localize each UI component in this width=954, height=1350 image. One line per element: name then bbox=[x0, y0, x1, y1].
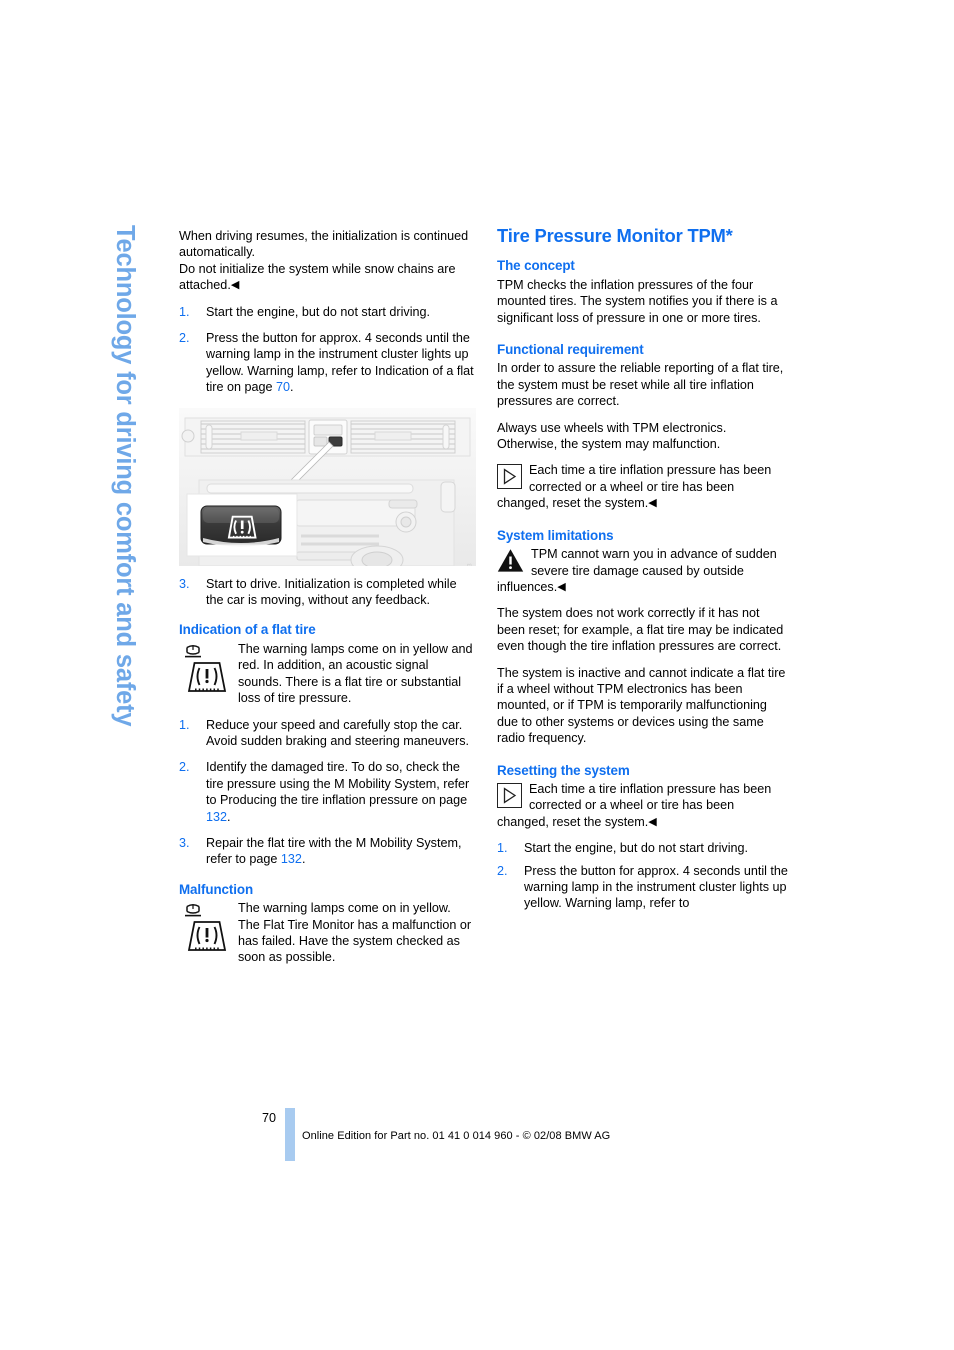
end-marker-icon: ◀ bbox=[648, 815, 657, 828]
step-text: Press the button for approx. 4 seconds u… bbox=[524, 863, 788, 911]
step-text-tail: . bbox=[301, 852, 306, 867]
step-number: 3. bbox=[179, 835, 190, 850]
note-malfunction-text: The warning lamps come on in yellow. The… bbox=[238, 901, 472, 965]
note-functional-reset-text: Each time a tire inflation pressure has … bbox=[497, 463, 772, 511]
page-title: Tire Pressure Monitor TPM* bbox=[497, 225, 733, 246]
step-number: 2. bbox=[179, 331, 190, 346]
step-text: Reduce your speed and carefully stop the… bbox=[206, 717, 470, 748]
end-marker-icon: ◀ bbox=[557, 580, 566, 593]
heading-functional-requirement: Functional requirement bbox=[497, 342, 644, 358]
concept-text: TPM checks the inflation pressures of th… bbox=[497, 277, 778, 325]
list-item: 2. Press the button for approx. 4 second… bbox=[497, 863, 789, 912]
page-reference-link[interactable]: 70 bbox=[276, 380, 290, 394]
note-resetting-system: Each time a tire inflation pressure has … bbox=[497, 781, 789, 830]
step-text: Press the button for approx. 4 seconds u… bbox=[206, 331, 474, 395]
limitations-text-1: The system does not work correctly if it… bbox=[497, 606, 784, 654]
step-number: 2. bbox=[497, 863, 508, 878]
list-item: 1. Start the engine, but do not start dr… bbox=[497, 840, 789, 856]
heading-indication-of-flat-tire: Indication of a flat tire bbox=[179, 622, 316, 638]
note-malfunction: The warning lamps come on in yellow. The… bbox=[179, 900, 475, 966]
heading-resetting-the-system: Resetting the system bbox=[497, 762, 630, 778]
page-reference-link[interactable]: 132 bbox=[281, 852, 302, 866]
note-system-limitations-warning: TPM cannot warn you in advance of sudden… bbox=[497, 546, 789, 595]
list-item: 2. Press the button for approx. 4 second… bbox=[179, 330, 475, 396]
heading-system-limitations: System limitations bbox=[497, 527, 614, 543]
step-text-tail: . bbox=[290, 380, 294, 395]
manual-page: Technology for driving comfort and safet… bbox=[0, 0, 954, 1350]
step-number: 2. bbox=[179, 760, 190, 775]
indication-steps-list: 1. Reduce your speed and carefully stop … bbox=[179, 717, 475, 868]
list-item: 3. Repair the flat tire with the M Mobil… bbox=[179, 835, 475, 868]
step-text: Start the engine, but do not start drivi… bbox=[206, 304, 431, 319]
end-marker-icon: ◀ bbox=[648, 497, 657, 510]
note-resetting-system-text: Each time a tire inflation pressure has … bbox=[497, 781, 772, 829]
end-marker-icon: ◀ bbox=[230, 279, 240, 292]
page-reference-link[interactable]: 132 bbox=[206, 810, 227, 824]
intro-paragraph-2-text: Do not initialize the system while snow … bbox=[179, 261, 456, 293]
step-number: 1. bbox=[179, 717, 190, 732]
page-marker-bar bbox=[285, 1108, 295, 1161]
note-functional-reset: Each time a tire inflation pressure has … bbox=[497, 462, 789, 511]
right-column: Tire Pressure Monitor TPM* The concept T… bbox=[497, 225, 789, 922]
list-item: 2. Identify the damaged tire. To do so, … bbox=[179, 759, 475, 825]
note-indication-text: The warning lamps come on in yellow and … bbox=[238, 641, 473, 706]
step-text: Identify the damaged tire. To do so, che… bbox=[206, 760, 470, 808]
steps-after-figure-list: 3. Start to drive. Initialization is com… bbox=[179, 576, 475, 609]
warning-triangle-icon bbox=[497, 548, 524, 573]
step-text: Start to drive. Initialization is comple… bbox=[206, 576, 457, 608]
chapter-side-tab: Technology for driving comfort and safet… bbox=[106, 225, 142, 825]
step-number: 1. bbox=[179, 304, 190, 319]
note-system-limitations-text: TPM cannot warn you in advance of sudden… bbox=[497, 547, 777, 594]
step-text: Repair the flat tire with the M Mobility… bbox=[206, 835, 462, 867]
note-indication: The warning lamps come on in yellow and … bbox=[179, 641, 475, 707]
step-number: 3. bbox=[179, 576, 190, 591]
note-triangle-icon bbox=[497, 782, 522, 808]
chapter-side-tab-label: Technology for driving comfort and safet… bbox=[111, 225, 139, 727]
list-item: 1. Start the engine, but do not start dr… bbox=[179, 304, 475, 320]
heading-malfunction: Malfunction bbox=[179, 881, 254, 897]
figure-caption-code: BMW-NUM-0123 bbox=[467, 563, 473, 566]
functional-text-1: In order to assure the reliable reportin… bbox=[497, 361, 784, 409]
page-number: 70 bbox=[262, 1111, 277, 1125]
list-item: 1. Reduce your speed and carefully stop … bbox=[179, 717, 475, 750]
resetting-steps-list: 1. Start the engine, but do not start dr… bbox=[497, 840, 789, 912]
step-number: 1. bbox=[497, 841, 508, 856]
steps-top-list: 1. Start the engine, but do not start dr… bbox=[179, 304, 475, 396]
step-text-tail: . bbox=[227, 809, 231, 824]
note-triangle-icon bbox=[497, 464, 522, 490]
left-column: When driving resumes, the initialization… bbox=[179, 228, 475, 976]
functional-text-2: Always use wheels with TPM electronics. … bbox=[497, 420, 727, 452]
figure-dashboard-tpm-button: BMW-NUM-0123 bbox=[179, 408, 476, 566]
list-item: 3. Start to drive. Initialization is com… bbox=[179, 576, 475, 609]
footer-imprint: Online Edition for Part no. 01 41 0 014 … bbox=[302, 1130, 611, 1142]
heading-the-concept: The concept bbox=[497, 258, 575, 274]
tpm-warning-lamp-icon bbox=[179, 902, 231, 954]
intro-paragraph-2: Do not initialize the system while snow … bbox=[179, 261, 475, 294]
tpm-warning-lamp-icon bbox=[179, 643, 231, 695]
limitations-text-2: The system is inactive and cannot indica… bbox=[497, 665, 786, 746]
step-text: Start the engine, but do not start drivi… bbox=[524, 841, 749, 856]
intro-paragraph-1: When driving resumes, the initialization… bbox=[179, 229, 469, 260]
